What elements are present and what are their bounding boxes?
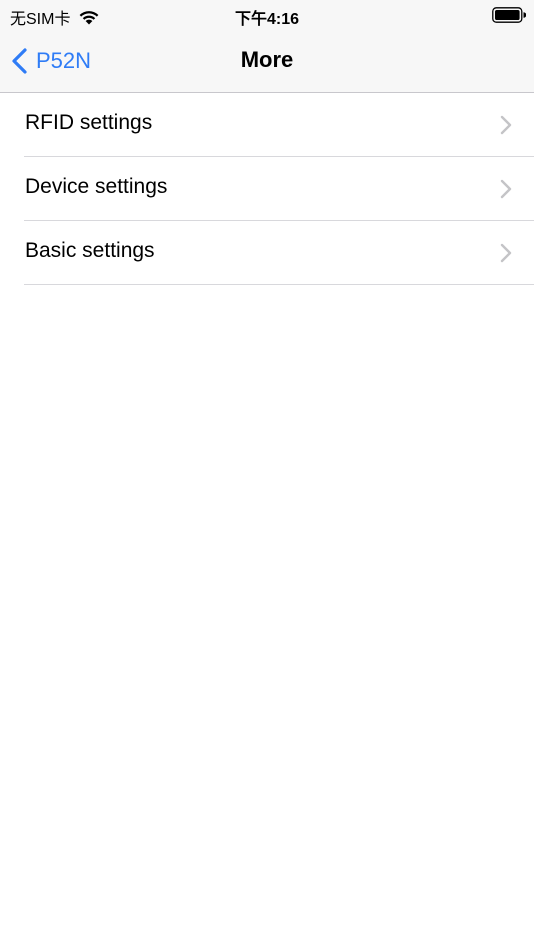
list-item-label: Basic settings [25, 239, 155, 262]
list-item-basic-settings[interactable]: Basic settings [24, 221, 534, 285]
settings-list: RFID settings Device settings Basic sett… [0, 93, 534, 285]
battery-icon [492, 7, 526, 23]
list-item-device-settings[interactable]: Device settings [24, 157, 534, 221]
chevron-right-icon [500, 115, 512, 135]
list-item-label: RFID settings [25, 111, 153, 134]
status-bar: 无SIM卡 下午4:16 [0, 0, 534, 30]
navigation-bar: P52N More [0, 30, 534, 93]
list-item-rfid-settings[interactable]: RFID settings [24, 93, 534, 157]
status-time: 下午4:16 [234, 11, 300, 28]
page-title: More [240, 47, 294, 72]
list-item-label: Device settings [25, 175, 168, 198]
chevron-right-icon [500, 179, 512, 199]
chevron-right-icon [500, 243, 512, 263]
